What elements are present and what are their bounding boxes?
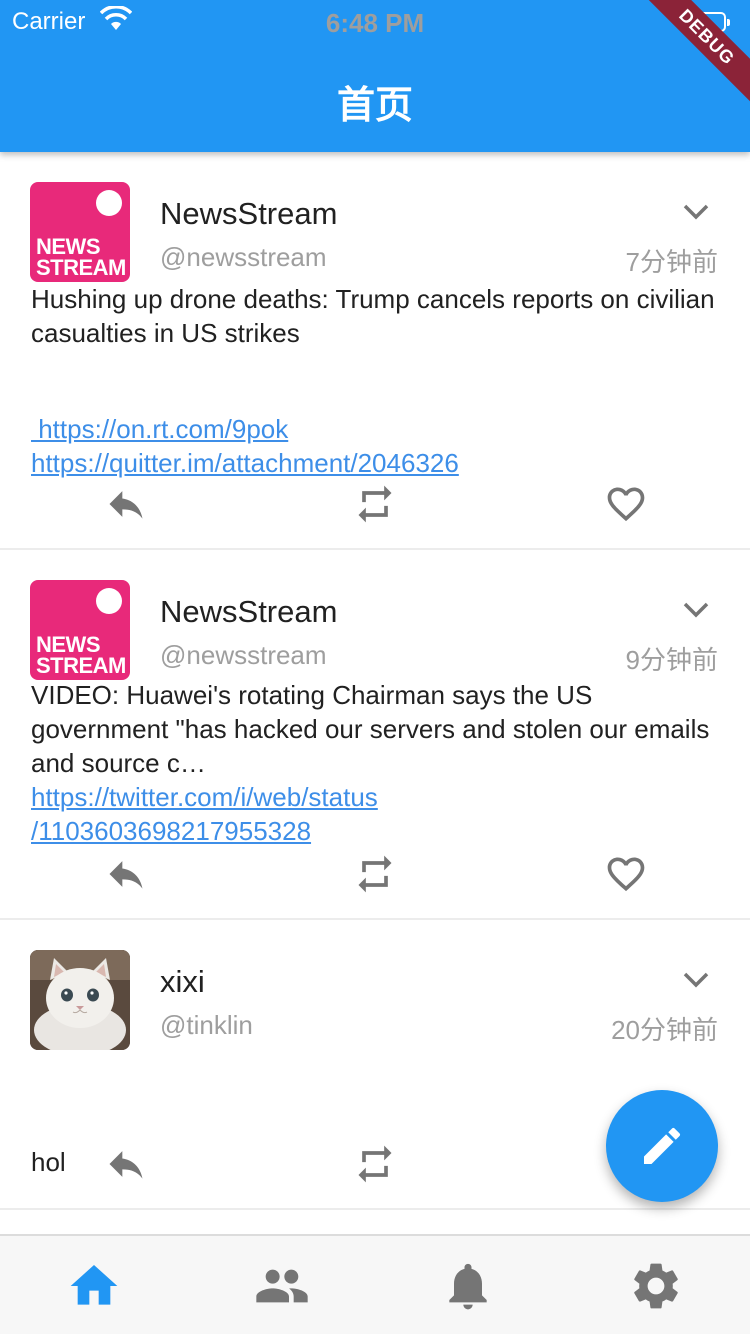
post-text: Hushing up drone deaths: Trump cancels r… [31, 284, 715, 348]
reply-icon[interactable] [104, 852, 148, 896]
post-link[interactable]: /1103603698217955328 [31, 814, 731, 848]
post-time: 9分钟前 [625, 645, 718, 675]
post-actions [0, 852, 750, 896]
post-link[interactable]: https://on.rt.com/9pok [31, 412, 731, 446]
post-author-handle: @newsstream [160, 640, 327, 670]
chevron-down-icon[interactable] [682, 970, 710, 990]
avatar-logo-text: STREAM [36, 653, 126, 678]
avatar-logo-text: NEWS [36, 632, 101, 657]
chevron-down-icon[interactable] [682, 600, 710, 620]
home-icon[interactable] [66, 1258, 122, 1314]
reply-icon[interactable] [104, 1142, 148, 1186]
post-text: VIDEO: Huawei's rotating Chairman says t… [31, 680, 710, 778]
avatar[interactable]: NEWS STREAM [30, 580, 130, 680]
post-author-name: NewsStream [160, 196, 338, 231]
post-time: 7分钟前 [625, 247, 718, 277]
post-item[interactable]: NEWS STREAM NewsStream @newsstream 9分钟前 … [0, 550, 750, 920]
avatar[interactable]: NEWS STREAM [30, 182, 130, 282]
bottom-navigation [0, 1234, 750, 1334]
post-author-handle: @newsstream [160, 242, 327, 272]
retweet-icon[interactable] [353, 482, 397, 526]
app-bar: Carrier 6:48 PM 首页 [0, 0, 750, 152]
reply-icon[interactable] [104, 482, 148, 526]
post-actions [0, 482, 750, 526]
post-link[interactable]: https://twitter.com/i/web/status [31, 780, 731, 814]
heart-icon[interactable] [604, 852, 648, 896]
status-bar: Carrier 6:48 PM [0, 6, 750, 38]
people-icon[interactable] [254, 1258, 310, 1314]
avatar-logo-text: NEWS [36, 234, 101, 259]
post-actions [0, 992, 750, 1036]
status-time: 6:48 PM [325, 8, 425, 38]
bell-icon[interactable] [440, 1258, 496, 1314]
retweet-icon[interactable] [353, 852, 397, 896]
retweet-icon[interactable] [353, 1142, 397, 1186]
heart-icon[interactable] [604, 482, 648, 526]
pencil-icon [644, 1127, 681, 1164]
post-author-name: NewsStream [160, 594, 338, 629]
avatar-logo-text: STREAM [36, 255, 126, 280]
compose-button[interactable] [606, 1090, 718, 1202]
post-item[interactable]: NEWS STREAM NewsStream @newsstream 7分钟前 … [0, 152, 750, 550]
page-title: 首页 [336, 85, 413, 127]
timeline-feed[interactable]: NEWS STREAM NewsStream @newsstream 7分钟前 … [0, 152, 750, 1234]
chevron-down-icon[interactable] [682, 202, 710, 222]
post-link[interactable]: https://quitter.im/attachment/2046326 [31, 446, 731, 480]
settings-icon[interactable] [628, 1258, 684, 1314]
